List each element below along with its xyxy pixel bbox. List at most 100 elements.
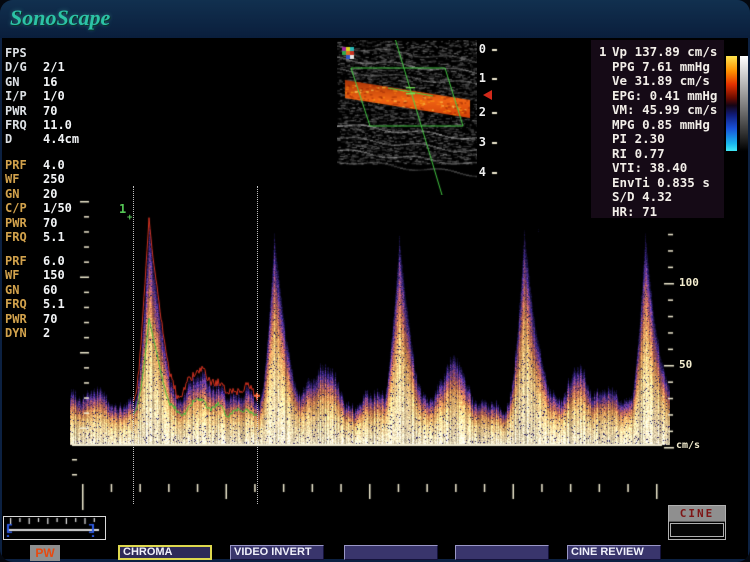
cine-widget-label: CINE [669, 506, 725, 522]
param-label: FRQ [5, 118, 43, 132]
measurement-value: 137.89 cm/s [635, 44, 718, 59]
param-label: PWR [5, 312, 43, 326]
param-label: D [5, 132, 43, 146]
measurement-value: 7.61 mmHg [642, 59, 710, 74]
velocity-tick-label-50: 50 [679, 358, 692, 371]
brand-logo: SonoScape [10, 5, 110, 31]
param-block-bmode: FPS D/G2/1 GN16 I/P1/0 PWR70 FRQ11.0 D4.… [5, 46, 115, 147]
param-row: PRF4.0 [5, 158, 115, 172]
param-value: 20 [43, 187, 57, 201]
param-label: FRQ [5, 297, 43, 311]
param-row: D/G2/1 [5, 60, 115, 74]
param-label: PWR [5, 216, 43, 230]
measurement-value: 0.41 mmHg [650, 88, 718, 103]
doppler-colorbar [726, 56, 737, 151]
param-row: PWR70 [5, 104, 115, 118]
measurement-label: PPG [612, 59, 635, 74]
cine-scrollbar[interactable] [3, 516, 106, 540]
menu-button-blank-1[interactable] [344, 545, 438, 560]
measurement-row: VM: 45.99 cm/s [591, 102, 724, 117]
active-mode-badge: PW [30, 545, 60, 561]
param-label: FRQ [5, 230, 43, 244]
measurement-marker: 1+ [119, 202, 126, 216]
param-value: 1/0 [43, 89, 65, 103]
measurement-row: EPG: 0.41 mmHg [591, 88, 724, 103]
param-row: I/P1/0 [5, 89, 115, 103]
param-label: D/G [5, 60, 43, 74]
measurement-row: VTI: 38.40 [591, 160, 724, 175]
measurement-value: 31.89 cm/s [635, 73, 710, 88]
measurement-row: Vp 137.89 cm/s [591, 44, 724, 59]
grayscale-bar [740, 56, 748, 151]
depth-label: 2 [470, 105, 486, 119]
spectral-doppler-waveform[interactable] [70, 185, 670, 447]
measurement-label: Vp [612, 44, 627, 59]
ultrasound-screen: SonoScape FPS D/G2/1 GN16 I/P1/0 PWR70 F… [0, 0, 750, 562]
depth-label: 0 [470, 42, 486, 56]
param-label: I/P [5, 89, 43, 103]
param-label: FPS [5, 46, 43, 60]
param-row: FPS [5, 46, 115, 60]
velocity-unit-label: cm/s [676, 440, 700, 451]
param-value: 70 [43, 312, 57, 326]
param-label: PWR [5, 104, 43, 118]
bmode-thumbnail[interactable] [337, 40, 477, 195]
measure-cursor-2[interactable] [257, 186, 258, 504]
menu-button-chroma[interactable]: CHROMA [118, 545, 212, 560]
param-value: 4.4cm [43, 132, 79, 146]
menu-button-cine-review[interactable]: CINE REVIEW [567, 545, 661, 560]
param-label: GN [5, 283, 43, 297]
measurement-value: 0.85 mmHg [642, 117, 710, 132]
measurement-value: 45.99 cm/s [642, 102, 717, 117]
param-value: 16 [43, 75, 57, 89]
param-value: 2/1 [43, 60, 65, 74]
measurement-value: 0.77 [635, 146, 665, 161]
param-value: 5.1 [43, 230, 65, 244]
param-value: 2 [43, 326, 50, 340]
param-label: C/P [5, 201, 43, 215]
param-value: 6.0 [43, 254, 65, 268]
measure-cursor-1[interactable] [133, 186, 134, 504]
cine-scrollbar-canvas [4, 517, 103, 537]
crosshair-icon: + [127, 213, 132, 223]
menu-button-blank-2[interactable] [455, 545, 549, 560]
param-value: 150 [43, 268, 65, 282]
param-value: 60 [43, 283, 57, 297]
depth-label: 1 [470, 71, 486, 85]
param-label: GN [5, 187, 43, 201]
param-value: 250 [43, 172, 65, 186]
param-row: D4.4cm [5, 132, 115, 146]
measurement-row: Ve 31.89 cm/s [591, 73, 724, 88]
param-label: GN [5, 75, 43, 89]
param-value: 5.1 [43, 297, 65, 311]
param-row: FRQ11.0 [5, 118, 115, 132]
param-value: 70 [43, 216, 57, 230]
measurement-label: EPG: [612, 88, 642, 103]
param-value: 1/50 [43, 201, 72, 215]
param-row: GN16 [5, 75, 115, 89]
param-label: WF [5, 172, 43, 186]
param-value: 4.0 [43, 158, 65, 172]
param-label: PRF [5, 158, 43, 172]
param-label: DYN [5, 326, 43, 340]
measurement-row: PI 2.30 [591, 131, 724, 146]
focus-marker-icon[interactable] [483, 90, 492, 100]
measurement-label: Ve [612, 73, 627, 88]
depth-label: 3 [470, 135, 486, 149]
depth-label: 4 [470, 165, 486, 179]
param-value: 11.0 [43, 118, 72, 132]
measurement-value: 38.40 [650, 160, 688, 175]
cine-widget[interactable]: CINE [668, 505, 726, 540]
cine-widget-field[interactable] [670, 523, 724, 537]
measurement-row: RI 0.77 [591, 146, 724, 161]
measurement-label: RI [612, 146, 627, 161]
measurement-row: MPG 0.85 mmHg [591, 117, 724, 132]
measurement-row: PPG 7.61 mmHg [591, 59, 724, 74]
velocity-tick-label-100: 100 [679, 276, 699, 289]
param-label: WF [5, 268, 43, 282]
measurement-label: VM: [612, 102, 635, 117]
param-value: 70 [43, 104, 57, 118]
menu-button-video-invert[interactable]: VIDEO INVERT [230, 545, 324, 560]
param-label: PRF [5, 254, 43, 268]
measurement-value: 2.30 [635, 131, 665, 146]
